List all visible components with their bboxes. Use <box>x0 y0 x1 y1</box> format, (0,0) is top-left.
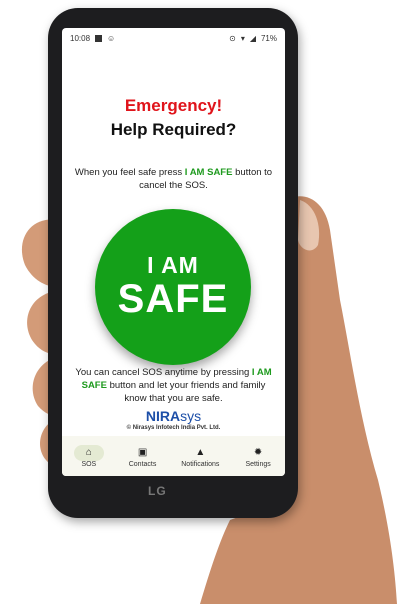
cancel-text: You can cancel SOS anytime by pressing <box>75 367 250 378</box>
cancel-info: You can cancel SOS anytime by pressing I… <box>72 366 275 405</box>
bottom-nav: ⌂ SOS ▣ Contacts ▲ Notifications ✹ Setti… <box>62 436 285 476</box>
page-heading: Emergency! Help Required? <box>62 96 285 140</box>
gear-icon: ✹ <box>253 447 263 458</box>
nav-settings[interactable]: ✹ Settings <box>243 445 273 468</box>
home-icon: ⌂ <box>73 444 104 461</box>
bell-icon: ▲ <box>195 447 206 458</box>
nav-label: Notifications <box>181 460 220 468</box>
nav-label: Contacts <box>128 460 157 468</box>
i-am-safe-button[interactable]: I AM SAFE <box>95 209 251 365</box>
device-logo: LG <box>148 484 167 498</box>
help-title: Help Required? <box>110 120 237 139</box>
status-bar: 10:08 ☺ ⊙ ▾ ◢ 71% <box>62 28 285 48</box>
nav-notifications[interactable]: ▲ Notifications <box>181 445 219 468</box>
logo-bold: NIRA <box>145 408 181 424</box>
nav-label: Settings <box>245 460 271 468</box>
signal-icon: ◢ <box>249 33 256 43</box>
logo-rest: sys <box>180 408 202 424</box>
nav-sos[interactable]: ⌂ SOS <box>73 444 104 468</box>
brand-footer: NIRAsys © Nirasys Infotech India Pvt. Lt… <box>62 408 285 431</box>
status-time: 10:08 <box>70 33 91 43</box>
emergency-title: Emergency! <box>124 96 223 115</box>
nav-contacts[interactable]: ▣ Contacts <box>128 445 158 468</box>
location-icon: ⊙ <box>229 33 236 43</box>
battery-level: 71% <box>260 33 277 43</box>
phone-screen: 10:08 ☺ ⊙ ▾ ◢ 71% Emergency! Help Requir… <box>62 28 285 476</box>
copyright: © Nirasys Infotech India Pvt. Ltd. <box>126 425 221 431</box>
nirasys-logo: NIRAsys <box>62 408 285 424</box>
wifi-icon: ▾ <box>240 33 245 43</box>
nav-label: SOS <box>81 460 97 468</box>
safe-button-line2: SAFE <box>117 277 229 321</box>
notification-icon <box>95 34 103 42</box>
cancel-text-end: button and let your friends and family k… <box>109 380 266 404</box>
safe-instruction: When you feel safe press I AM SAFE butto… <box>72 166 275 192</box>
contacts-icon: ▣ <box>137 447 148 458</box>
safe-button-line1: I AM <box>147 252 199 278</box>
instruction-text: When you feel safe press <box>74 167 183 178</box>
chat-icon: ☺ <box>107 33 116 43</box>
instruction-highlight: I AM SAFE <box>184 167 233 178</box>
